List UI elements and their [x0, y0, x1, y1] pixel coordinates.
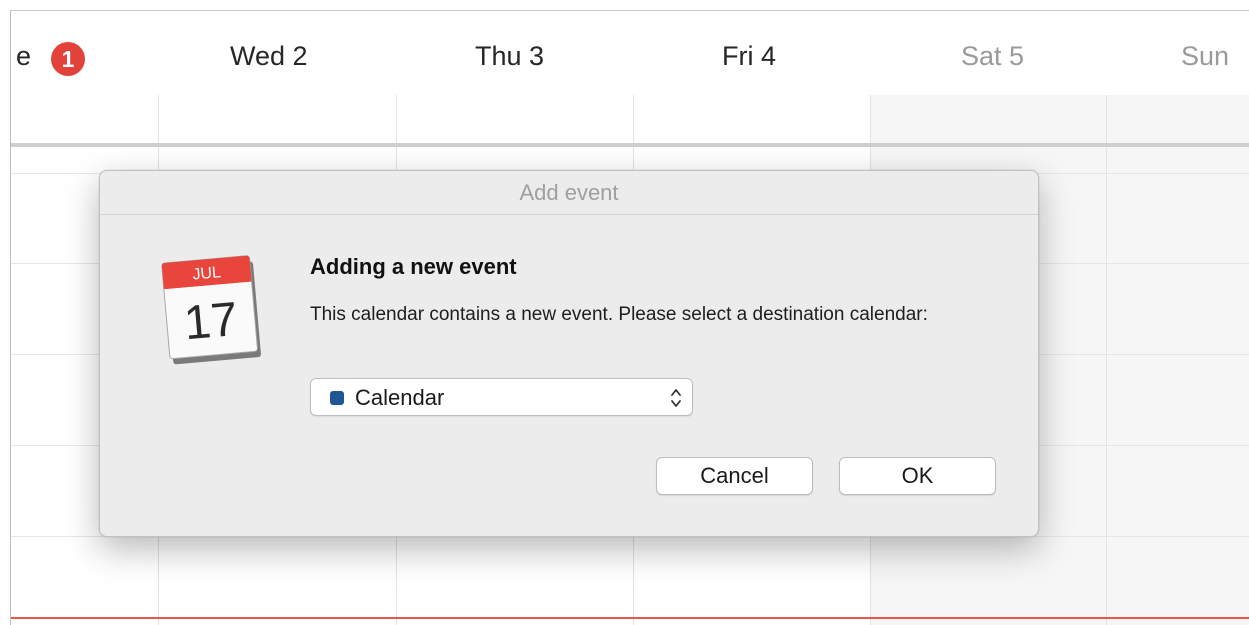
- day-divider: [1106, 95, 1107, 625]
- dialog-title: Add event: [519, 180, 619, 205]
- all-day-separator: [11, 143, 1249, 147]
- dialog-message: This calendar contains a new event. Plea…: [310, 304, 928, 325]
- calendar-app-icon: JUL 17: [161, 255, 261, 365]
- calendar-icon-day: 17: [182, 293, 240, 350]
- day-label-fri[interactable]: Fri 4: [722, 41, 776, 72]
- ok-button[interactable]: OK: [839, 457, 996, 495]
- current-time-line: [11, 617, 1249, 619]
- day-label-sun[interactable]: Sun: [1181, 41, 1229, 72]
- day-label-thu[interactable]: Thu 3: [475, 41, 544, 72]
- dialog-titlebar[interactable]: Add event: [100, 171, 1038, 215]
- calendar-color-swatch: [330, 391, 344, 405]
- calendar-icon-month: JUL: [192, 264, 222, 283]
- day-label-sat[interactable]: Sat 5: [961, 41, 1024, 72]
- add-event-dialog: Add event JUL 17 Adding a new event This…: [99, 170, 1039, 537]
- selected-calendar-label: Calendar: [355, 385, 445, 410]
- dialog-heading: Adding a new event: [310, 254, 517, 279]
- chevron-up-down-icon: [671, 389, 681, 407]
- day-label-tue-partial[interactable]: e: [16, 41, 31, 72]
- destination-calendar-select[interactable]: Calendar: [310, 378, 693, 416]
- today-badge: 1: [51, 42, 85, 76]
- cancel-button[interactable]: Cancel: [656, 457, 813, 495]
- week-day-header: e 1 Wed 2 Thu 3 Fri 4 Sat 5 Sun: [11, 11, 1249, 95]
- day-label-wed[interactable]: Wed 2: [230, 41, 308, 72]
